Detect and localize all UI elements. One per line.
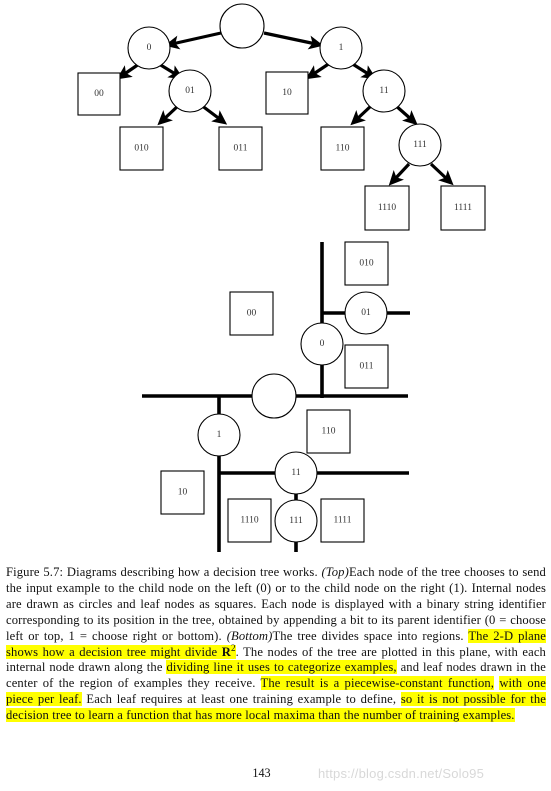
bottom-leaf-00[interactable]: 00 bbox=[229, 291, 274, 336]
bottom-node-111[interactable]: 111 bbox=[274, 499, 318, 543]
top-leaf-1110-label: 1110 bbox=[378, 203, 397, 213]
top-leaf-010[interactable]: 010 bbox=[119, 126, 164, 171]
figure-top-decision-tree: 0 1 01 11 111 00 10 010 011 110 1110 111… bbox=[0, 0, 551, 232]
bottom-leaf-010[interactable]: 010 bbox=[344, 241, 389, 286]
bottom-leaf-10[interactable]: 10 bbox=[160, 470, 205, 515]
top-node-01[interactable]: 01 bbox=[168, 69, 212, 113]
bottom-leaf-010-label: 010 bbox=[359, 259, 374, 269]
top-node-111-label: 111 bbox=[413, 140, 427, 150]
top-node-01-label: 01 bbox=[185, 86, 195, 96]
bottom-leaf-011[interactable]: 011 bbox=[344, 344, 389, 389]
page-number-value: 143 bbox=[252, 766, 271, 780]
top-node-11-label: 11 bbox=[379, 86, 388, 96]
bottom-leaf-011-label: 011 bbox=[360, 362, 374, 372]
caption-highlight-2: dividing line it uses to categorize exam… bbox=[166, 660, 397, 675]
caption-bottom-intro: The tree divides space into regions. bbox=[272, 628, 469, 643]
bottom-leaf-10-label: 10 bbox=[178, 488, 188, 498]
page-root: 0 1 01 11 111 00 10 010 011 110 1110 111… bbox=[0, 0, 551, 791]
top-leaf-110[interactable]: 110 bbox=[320, 126, 365, 171]
bottom-node-111-label: 111 bbox=[289, 516, 303, 526]
bottom-node-01[interactable]: 01 bbox=[344, 291, 388, 335]
bottom-node-0[interactable]: 0 bbox=[300, 322, 344, 366]
top-node-1[interactable]: 1 bbox=[319, 26, 363, 70]
top-node-111[interactable]: 111 bbox=[398, 123, 442, 167]
bottom-node-11[interactable]: 11 bbox=[274, 451, 318, 495]
bottom-node-root[interactable] bbox=[251, 373, 297, 419]
top-leaf-10-label: 10 bbox=[282, 88, 292, 98]
top-node-0[interactable]: 0 bbox=[127, 26, 171, 70]
top-leaf-1111[interactable]: 1111 bbox=[440, 185, 486, 231]
caption-label: Figure 5.7: Diagrams describing how a de… bbox=[6, 565, 322, 579]
caption-body-4: Each leaf requires at least one training… bbox=[81, 692, 401, 707]
bottom-leaf-110-label: 110 bbox=[322, 427, 336, 437]
caption-top-marker: (Top) bbox=[321, 565, 349, 579]
bottom-leaf-1110[interactable]: 1110 bbox=[227, 498, 272, 543]
bottom-leaf-00-label: 00 bbox=[247, 309, 257, 319]
top-leaf-00[interactable]: 00 bbox=[77, 72, 121, 116]
caption-highlight-3: The result is a piecewise-constant funct… bbox=[260, 676, 495, 691]
bottom-leaf-1111[interactable]: 1111 bbox=[320, 498, 365, 543]
figure-caption: Figure 5.7: Diagrams describing how a de… bbox=[6, 565, 547, 724]
top-leaf-00-label: 00 bbox=[94, 89, 104, 99]
watermark-url: https://blog.csdn.net/Solo95 bbox=[318, 766, 485, 781]
bottom-node-01-label: 01 bbox=[361, 308, 371, 318]
bottom-leaf-110[interactable]: 110 bbox=[306, 409, 351, 454]
figure-bottom-space-partition: 0 1 01 11 111 00 010 011 110 10 1110 111… bbox=[0, 232, 551, 562]
top-node-0-label: 0 bbox=[147, 43, 152, 53]
top-leaf-1111-label: 1111 bbox=[454, 203, 472, 213]
top-node-root[interactable] bbox=[219, 3, 265, 49]
bottom-node-0-label: 0 bbox=[320, 339, 325, 349]
bottom-node-1-label: 1 bbox=[217, 430, 222, 440]
bottom-node-1[interactable]: 1 bbox=[197, 413, 241, 457]
top-leaf-011[interactable]: 011 bbox=[218, 126, 263, 171]
bottom-leaf-1111-label: 1111 bbox=[334, 516, 352, 526]
top-node-1-label: 1 bbox=[339, 43, 344, 53]
top-leaf-011-label: 011 bbox=[234, 144, 248, 154]
top-node-11[interactable]: 11 bbox=[362, 69, 406, 113]
bottom-partition-svg: 0 1 01 11 111 00 010 011 110 10 1110 111… bbox=[142, 241, 410, 552]
caption-bottom-marker: (Bottom) bbox=[226, 628, 273, 643]
top-leaf-010-label: 010 bbox=[134, 144, 149, 154]
top-leaf-110-label: 110 bbox=[336, 144, 350, 154]
bottom-leaf-1110-label: 1110 bbox=[240, 516, 259, 526]
top-leaf-10[interactable]: 10 bbox=[265, 71, 309, 115]
top-leaf-1110[interactable]: 1110 bbox=[364, 185, 410, 231]
top-tree-svg: 0 1 01 11 111 00 10 010 011 110 1110 111… bbox=[77, 3, 486, 231]
bottom-node-11-label: 11 bbox=[291, 468, 300, 478]
